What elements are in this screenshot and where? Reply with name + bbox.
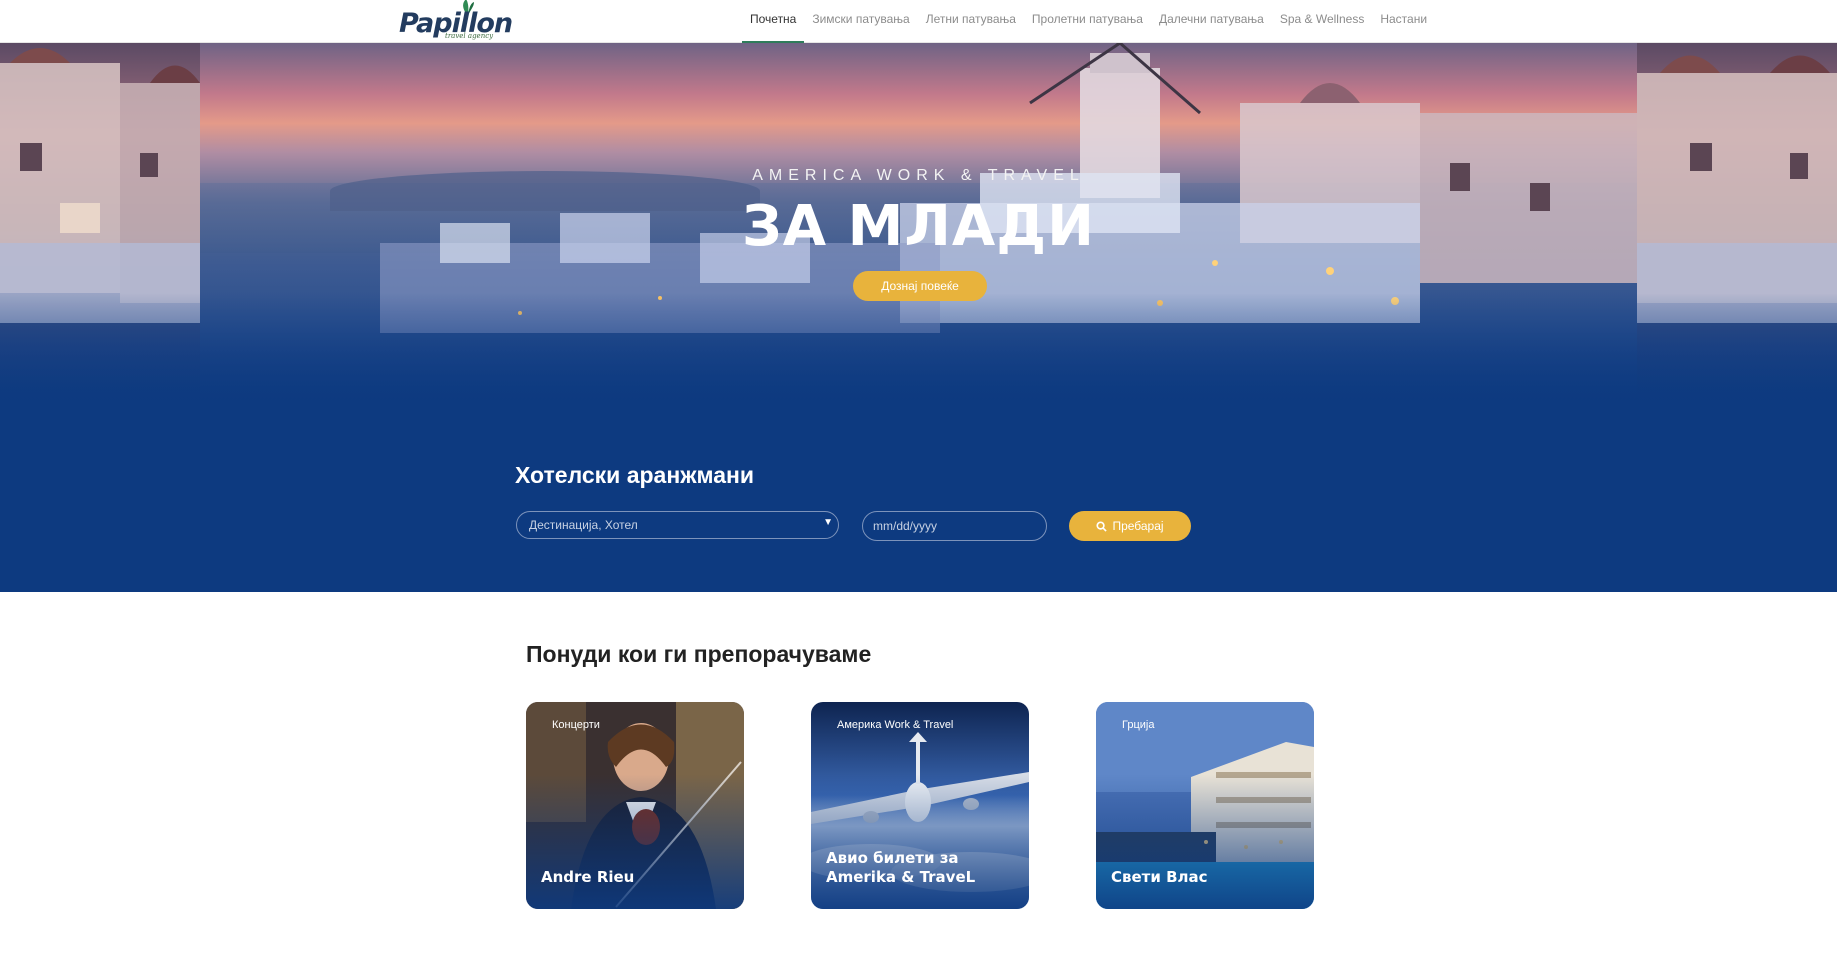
card-title: Свети Влас <box>1111 868 1208 886</box>
offer-card-andre-rieu[interactable]: Концерти Andre Rieu <box>526 702 744 909</box>
card-category: Америка Work & Travel <box>837 719 954 731</box>
hero-fade <box>0 293 1837 408</box>
hotel-search-section: Хотелски аранжмани Дестинација, Хотел ▼ … <box>0 408 1837 592</box>
nav-item-spa[interactable]: Spa & Wellness <box>1272 0 1373 43</box>
search-button-label: Пребарај <box>1112 519 1164 533</box>
card-category: Грција <box>1122 719 1155 731</box>
nav-item-home[interactable]: Почетна <box>742 0 805 43</box>
main-menu: Почетна Зимски патувања Летни патувања П… <box>742 0 1435 43</box>
offer-card-sveti-vlas[interactable]: Грција Свети Влас <box>1096 702 1314 909</box>
offers-title: Понуди кои ги препорачуваме <box>526 641 872 667</box>
search-title: Хотелски аранжмани <box>515 462 755 488</box>
hero-title: ЗА МЛАДИ <box>742 194 1095 259</box>
nav-item-spring[interactable]: Пролетни патувања <box>1024 0 1151 43</box>
nav-item-winter[interactable]: Зимски патувања <box>804 0 917 43</box>
search-button[interactable]: Пребарај <box>1069 511 1191 541</box>
card-title: Andre Rieu <box>541 868 635 886</box>
top-navbar: Papillon travel agency Почетна Зимски па… <box>0 0 1837 43</box>
nav-item-faraway[interactable]: Далечни патувања <box>1151 0 1272 43</box>
card-title: Авио билети за Amerika & TraveL <box>826 849 976 886</box>
hero-kicker: AMERICA WORK & TRAVEL <box>752 167 1085 184</box>
date-input[interactable] <box>862 511 1047 541</box>
learn-more-button[interactable]: Дознај повеќе <box>853 271 987 301</box>
offer-card-flights[interactable]: Америка Work & Travel Авио билети за Ame… <box>811 702 1029 909</box>
hero-banner: AMERICA WORK & TRAVEL ЗА МЛАДИ Дознај по… <box>0 43 1837 408</box>
card-category: Концерти <box>552 719 600 731</box>
nav-item-summer[interactable]: Летни патувања <box>918 0 1024 43</box>
destination-placeholder: Дестинација, Хотел <box>529 518 638 532</box>
dropdown-arrow-icon: ▼ <box>823 517 833 528</box>
papillon-logo[interactable]: Papillon travel agency <box>399 0 513 43</box>
logo-tagline: travel agency <box>445 32 494 40</box>
search-icon <box>1096 521 1108 532</box>
nav-item-events[interactable]: Настани <box>1372 0 1435 43</box>
destination-select[interactable]: Дестинација, Хотел ▼ <box>516 511 839 539</box>
